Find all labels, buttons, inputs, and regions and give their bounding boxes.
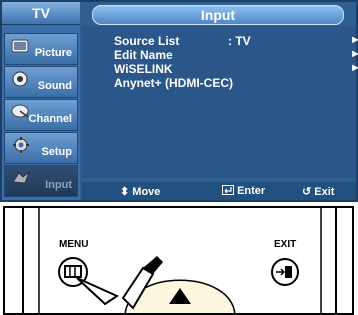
input-icon	[12, 170, 31, 184]
sidebar-item-label: Picture	[34, 47, 72, 59]
remote-drawing: MENU EXIT	[22, 208, 337, 313]
remote-illustration: MENU EXIT	[3, 206, 354, 315]
menu-item-anynet[interactable]: Anynet+ (HDMI-CEC)	[114, 76, 358, 90]
menu-item-edit-name[interactable]: Edit Name ►	[114, 48, 358, 62]
pointer-icon	[76, 277, 120, 306]
arrow-right-icon: ►	[350, 34, 358, 46]
menu-item-source-list[interactable]: Source List : TV ►	[114, 34, 358, 48]
move-icon: ⬍	[120, 186, 130, 198]
sidebar-item-picture[interactable]: Picture	[4, 33, 78, 65]
exit-hint: ↺ Exit	[302, 186, 335, 198]
sidebar-item-label: Input	[45, 179, 72, 191]
sidebar-item-sound[interactable]: Sound	[4, 66, 78, 98]
sidebar-item-setup[interactable]: Setup	[4, 132, 78, 164]
menu-item-label: Edit Name	[114, 48, 173, 62]
menu-content: Source List : TV ► Edit Name ► WiSELINK …	[82, 26, 358, 178]
menu-item-label: WiSELINK	[114, 62, 173, 76]
menu-item-label: Source List	[114, 34, 180, 48]
menu-item-value: : TV	[228, 34, 251, 48]
menu-item-wiselink[interactable]: WiSELINK ►	[114, 62, 358, 76]
sidebar: Picture Sound Channel Setup Input	[2, 25, 80, 200]
tv-menu-screen: TV Input Picture Sound Channel Setup Inp…	[0, 0, 358, 202]
exit-label: EXIT	[274, 239, 296, 250]
enter-icon	[222, 185, 234, 195]
move-hint: ⬍ Move	[120, 186, 161, 198]
menu-item-label: Anynet+ (HDMI-CEC)	[114, 76, 233, 90]
return-icon: ↺	[302, 186, 312, 198]
menu-label: MENU	[59, 239, 88, 250]
sidebar-item-input[interactable]: Input	[4, 165, 78, 197]
sidebar-item-channel[interactable]: Channel	[4, 99, 78, 131]
menu-title: Input	[92, 5, 344, 25]
arrow-right-icon: ►	[350, 48, 358, 60]
footer-bar: ⬍ Move Enter ↺ Exit	[82, 182, 356, 200]
arrow-right-icon: ►	[350, 62, 358, 74]
sidebar-item-label: Channel	[28, 113, 72, 125]
sidebar-item-label: Setup	[41, 146, 72, 158]
sidebar-item-label: Sound	[37, 80, 72, 92]
setup-icon	[13, 137, 29, 153]
tv-tab: TV	[2, 2, 80, 25]
sound-icon	[12, 71, 28, 87]
picture-icon	[11, 39, 29, 53]
enter-hint: Enter	[222, 185, 265, 197]
